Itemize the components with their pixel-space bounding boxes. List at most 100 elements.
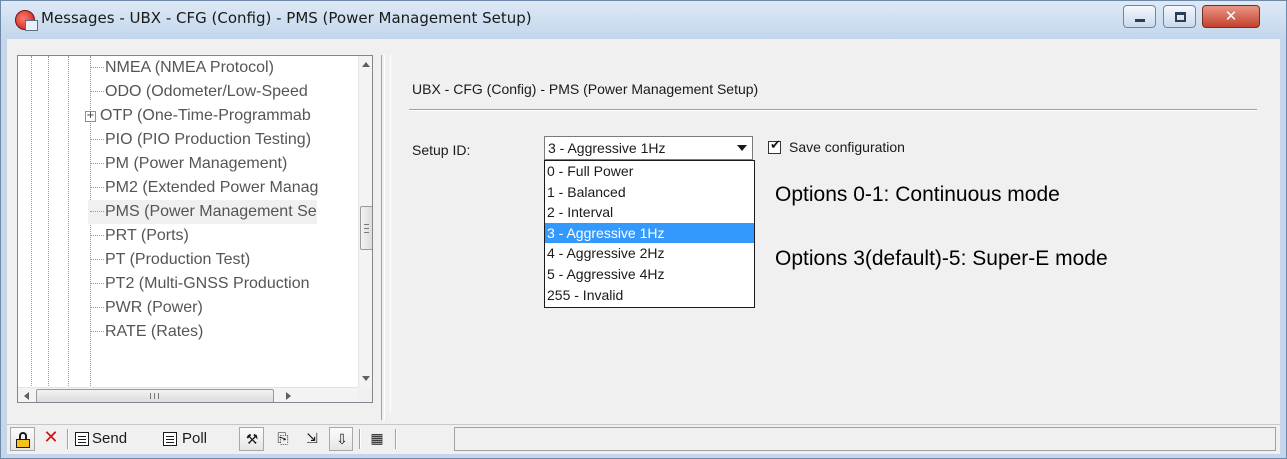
export-button[interactable]: ⇩ [329,427,353,451]
copy-button[interactable]: ⎘ [271,427,295,451]
scroll-up-icon[interactable] [362,62,370,67]
message-tree[interactable]: NMEA (NMEA Protocol) ODO (Odometer/Low-S… [17,55,373,403]
config-title: UBX - CFG (Config) - PMS (Power Manageme… [412,81,759,97]
bottom-toolbar: ✕ Send Poll ⚒ ⎘ ⇲ ⇩ ▦ [7,424,1280,452]
setup-id-dropdown-list[interactable]: 0 - Full Power 1 - Balanced 2 - Interval… [544,160,755,308]
send-icon [75,432,89,446]
check-icon: ✔ [770,138,781,153]
option-invalid[interactable]: 255 - Invalid [545,285,754,306]
tree-guide-line [68,56,69,402]
grip-line [158,393,159,399]
tree-item-label: ODO (Odometer/Low-Speed [105,83,308,100]
import-button[interactable]: ⇲ [300,427,324,451]
option-aggressive-4hz[interactable]: 5 - Aggressive 4Hz [545,264,754,285]
dropdown-button[interactable] [733,138,751,158]
device-icon: ▦ [370,431,384,447]
option-balanced[interactable]: 1 - Balanced [545,182,754,203]
horizontal-scroll-thumb[interactable] [36,389,274,402]
vertical-scroll-thumb[interactable] [360,206,372,250]
tree-connector [90,259,104,261]
tree-item-label: PM2 (Extended Power Manag [105,179,319,196]
export-icon: ⇩ [336,432,348,448]
tree-connector [90,235,104,237]
chevron-down-icon [737,145,747,151]
scroll-right-icon[interactable] [286,392,291,400]
tree-connector [90,67,104,69]
toolbar-separator [395,429,397,449]
tree-item-pms[interactable]: PMS (Power Management Se [88,200,317,224]
tree-connector [90,307,104,309]
panel-splitter[interactable] [381,55,385,420]
title-bar[interactable]: Messages - UBX - CFG (Config) - PMS (Pow… [1,1,1286,39]
title-divider [409,109,1257,111]
save-configuration-label[interactable]: Save configuration [789,139,905,155]
tree-item-label: PT (Production Test) [105,251,251,268]
super-e-mode-note: Options 3(default)-5: Super-E mode [775,247,1108,270]
tree-item-label: PMS (Power Management Se [105,203,317,220]
tree-connector [90,187,104,189]
tree-item-rate[interactable]: RATE (Rates) [88,320,203,344]
poll-label: Poll [182,430,208,447]
tree-item-otp[interactable]: OTP (One-Time-Programmab [100,104,311,128]
tree-item-pm[interactable]: PM (Power Management) [88,152,287,176]
import-icon: ⇲ [306,431,318,447]
grip-line [150,393,151,399]
tree-guide-line [31,56,32,402]
tree-item-prt[interactable]: PRT (Ports) [88,224,189,248]
toolbar-separator [359,429,361,449]
lock-icon [16,432,30,448]
send-button[interactable]: Send [73,427,157,451]
option-interval[interactable]: 2 - Interval [545,202,754,223]
grip-line [364,228,369,229]
window-title: Messages - UBX - CFG (Config) - PMS (Pow… [41,9,532,27]
tree-connector [90,91,104,93]
tree-item-pt2[interactable]: PT2 (Multi-GNSS Production [88,272,310,296]
close-icon: ✕ [1224,7,1238,25]
tree-connector [90,211,104,213]
tree-vertical-scrollbar[interactable] [358,56,372,387]
tree-item-label: PRT (Ports) [105,227,189,244]
minimize-icon [1135,19,1145,22]
tree-connector [90,139,104,141]
status-field [454,427,1276,451]
tree-item-pio[interactable]: PIO (PIO Production Testing) [88,128,311,152]
tree-connector [90,331,104,333]
save-configuration-checkbox[interactable]: ✔ [768,138,781,154]
grip-line [154,393,155,399]
tools-icon: ⚒ [245,432,259,448]
scroll-down-icon[interactable] [362,376,370,381]
tree-item-pm2[interactable]: PM2 (Extended Power Manag [88,176,318,200]
device-button[interactable]: ▦ [365,427,389,451]
option-aggressive-2hz[interactable]: 4 - Aggressive 2Hz [545,243,754,264]
delete-button[interactable]: ✕ [40,427,62,451]
tree-item-pwr[interactable]: PWR (Power) [88,296,203,320]
minimize-button[interactable] [1123,5,1156,28]
lock-button[interactable] [10,427,35,451]
maximize-button[interactable] [1163,5,1196,28]
grip-line [364,232,369,233]
poll-icon [163,432,177,446]
tree-item-label: OTP (One-Time-Programmab [100,107,311,124]
poll-button[interactable]: Poll [161,427,233,451]
tree-item-label: PIO (PIO Production Testing) [105,131,312,148]
close-button[interactable]: ✕ [1202,5,1260,28]
continuous-mode-note: Options 0-1: Continuous mode [775,183,1060,206]
grip-line [364,224,369,225]
tree-item-odo[interactable]: ODO (Odometer/Low-Speed [88,80,308,104]
tree-item-label: PWR (Power) [105,299,203,316]
scroll-left-icon[interactable] [24,392,29,400]
toolbar-separator [67,429,69,449]
setup-id-label: Setup ID: [412,142,471,158]
setup-id-combobox[interactable]: 3 - Aggressive 1Hz [544,136,753,160]
tree-item-label: PM (Power Management) [105,155,288,172]
app-icon[interactable] [15,10,38,31]
tree-horizontal-scrollbar[interactable] [18,387,358,402]
option-full-power[interactable]: 0 - Full Power [545,161,754,182]
tree-item-label: RATE (Rates) [105,323,204,340]
tools-button[interactable]: ⚒ [239,427,264,451]
option-aggressive-1hz[interactable]: 3 - Aggressive 1Hz [545,222,754,244]
tree-item-nmea[interactable]: NMEA (NMEA Protocol) [88,56,274,80]
expand-icon[interactable]: + [85,111,96,122]
tree-item-pt[interactable]: PT (Production Test) [88,248,250,272]
tree-item-label: NMEA (NMEA Protocol) [105,59,274,76]
